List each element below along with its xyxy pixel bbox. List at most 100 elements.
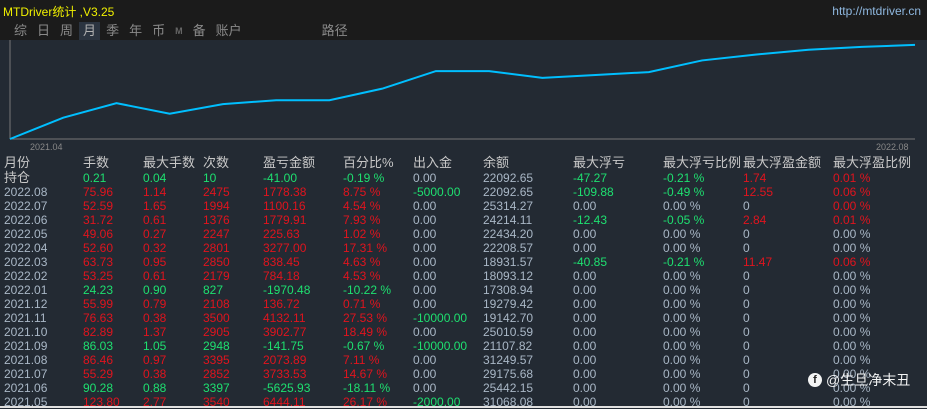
tab-3[interactable]: 月 [79,22,101,40]
tab-6[interactable]: 币 [148,22,169,40]
table-cell: 0.00 % [663,339,701,353]
watermark: f @生旦净末丑 [808,370,910,390]
table-cell: 17308.94 [483,283,534,297]
column-header[interactable]: 盈亏金额 [263,156,315,170]
table-cell: -0.05 % [663,213,705,227]
table-cell: 3500 [203,311,230,325]
table-cell: 21107.82 [483,339,533,353]
table-cell: 2021.07 [4,367,48,381]
table-cell: -41.00 [263,171,298,185]
table-cell: 0.00 [413,353,437,367]
table-cell: 7.11 % [343,353,380,367]
table-cell: 7.93 % [343,213,381,227]
table-cell: 2801 [203,241,230,255]
tab-2[interactable]: 周 [56,22,77,40]
table-cell: 53.25 [83,269,114,283]
table-row: 2021.10 82.89 1.37 2905 3902.77 18.49 % 0.00 25… [0,325,927,339]
table-cell: 24214.11 [483,213,533,227]
table-cell: -12.43 [573,213,608,227]
table-cell: 22092.65 [483,185,534,199]
table-cell: 0.00 [413,227,437,241]
table-row: 2021.06 90.28 0.88 3397 -5625.93 -18.11 % 0.00… [0,381,927,395]
table-cell: 0 [743,297,750,311]
tab-7[interactable]: M [171,22,187,40]
table-cell: 2022.03 [4,255,48,269]
table-cell: 0.00 % [663,353,701,367]
table-cell: 4.63 % [343,255,381,269]
table-cell: 2948 [203,339,230,353]
table-cell: -141.75 [263,339,304,353]
column-header[interactable]: 最大浮亏 [573,156,625,170]
table-cell: 2021.06 [4,381,48,395]
tab-0[interactable]: 综 [10,22,31,40]
table-cell: 55.29 [83,367,114,381]
table-cell: 0 [743,241,750,255]
column-header[interactable]: 余额 [483,156,509,170]
table-cell: 2108 [203,297,230,311]
tab-5[interactable]: 年 [125,22,146,40]
table-cell: 2247 [203,227,230,241]
column-header[interactable]: 次数 [203,156,229,170]
tab-1[interactable]: 日 [33,22,54,40]
table-cell: 86.46 [83,353,114,367]
table-cell: -1970.48 [263,283,311,297]
table-cell: 0.00 [573,325,597,339]
table-cell: 0.00 [573,297,597,311]
column-header[interactable]: 手数 [83,156,109,170]
table-cell: 1.14 [143,185,167,199]
table-cell: 0.00 % [833,227,871,241]
table-cell: 11.47 [743,255,773,269]
table-cell: -18.11 % [343,381,391,395]
equity-line [9,43,916,140]
table-cell: 0.00 % [663,227,701,241]
table-cell: 12.55 [743,185,774,199]
column-header[interactable]: 百分比% [343,156,394,170]
table-cell: 27.53 % [343,311,388,325]
column-header[interactable]: 出入金 [413,156,452,170]
column-header[interactable]: 月份 [4,156,30,170]
table-cell: 4132.11 [263,311,306,325]
period-tabs: 综日周月季年币 M 备账户 路径 [10,22,354,40]
table-cell: 3277.00 [263,241,307,255]
facebook-icon: f [808,373,822,387]
column-header[interactable]: 最大浮盈比例 [833,156,911,170]
table-cell: -5625.93 [263,381,311,395]
column-header[interactable]: 最大浮亏比例 [663,156,741,170]
table-cell: 0.00 % [833,339,871,353]
table-cell: 22208.57 [483,241,534,255]
table-cell: 2021.10 [4,325,48,339]
table-row: 2022.05 49.06 0.27 2247 225.63 1.02 % 0.00 2243… [0,227,927,241]
table-cell: 0.00 % [663,311,701,325]
table-cell: 0.04 [143,171,167,185]
table-cell: 0.97 [143,353,167,367]
website-link[interactable]: http://mtdriver.cn [832,4,921,18]
table-cell: 0.32 [143,241,167,255]
tab-4[interactable]: 季 [102,22,123,40]
table-cell: 0.00 % [663,297,701,311]
table-cell: 3733.53 [263,367,307,381]
table-cell: 0.00 % [833,353,871,367]
tab-9[interactable]: 账户 [212,22,246,40]
table-cell: 0.00 [413,241,437,255]
column-header[interactable]: 最大浮盈金额 [743,156,821,170]
table-cell: 827 [203,283,224,297]
table-cell: 2.84 [743,213,767,227]
table-cell: 0.00 [413,213,437,227]
table-cell: 10 [203,171,217,185]
table-cell: 0.00 [413,381,437,395]
tab-10[interactable]: 路径 [318,22,352,40]
table-row: 2021.07 55.29 0.38 2852 3733.53 14.67 % 0.00 29… [0,367,927,381]
table-cell: 75.96 [83,185,114,199]
table-cell: 0.00 % [663,325,701,339]
table-cell: 0.61 [143,213,167,227]
table-cell: 784.18 [263,269,300,283]
table-cell: 0.38 [143,311,167,325]
table-cell: 2475 [203,185,230,199]
table-cell: 18.49 % [343,325,388,339]
table-cell: 2850 [203,255,230,269]
table-cell: 1779.91 [263,213,307,227]
table-cell: 18931.57 [483,255,534,269]
table-cell: 0.00 [413,269,437,283]
tab-8[interactable]: 备 [189,22,210,40]
column-header[interactable]: 最大手数 [143,156,195,170]
